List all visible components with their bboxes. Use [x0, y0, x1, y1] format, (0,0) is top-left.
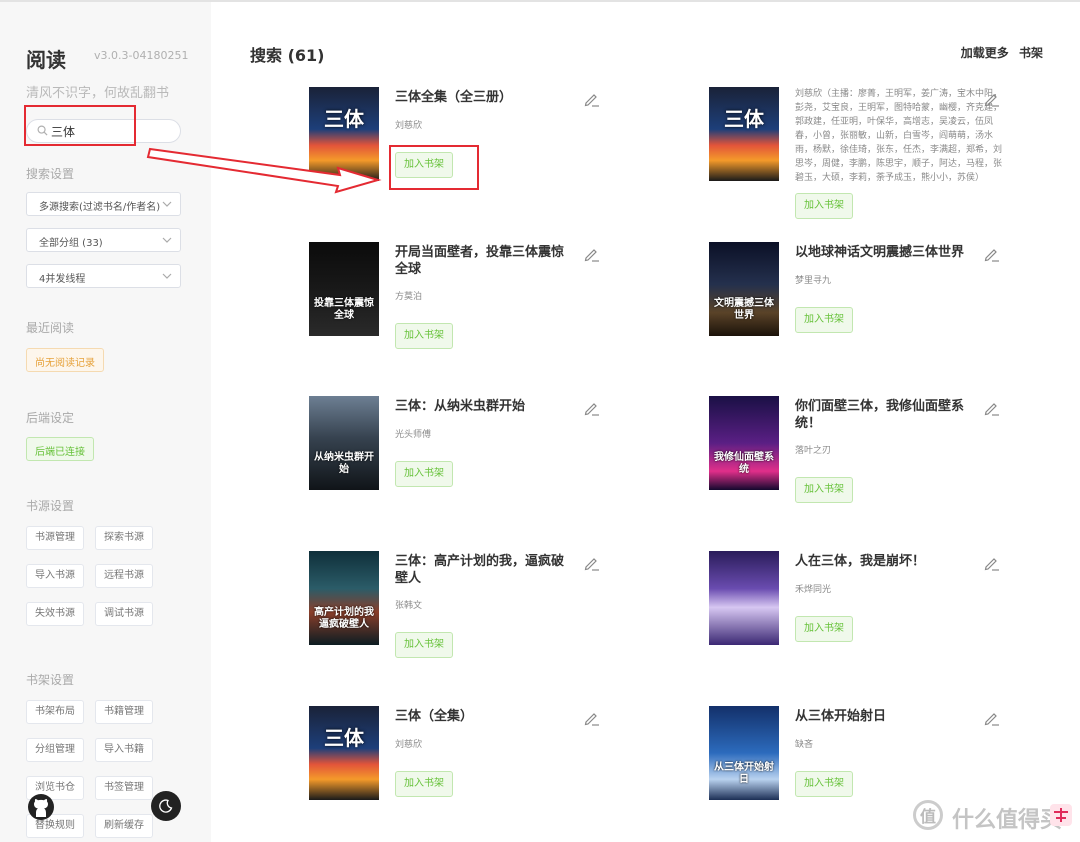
annotation-arrow	[146, 147, 382, 194]
watermark-logo: 值	[913, 800, 943, 830]
floating-widget-icon[interactable]	[1048, 800, 1074, 830]
watermark-text: 什么值得买	[952, 808, 1063, 833]
